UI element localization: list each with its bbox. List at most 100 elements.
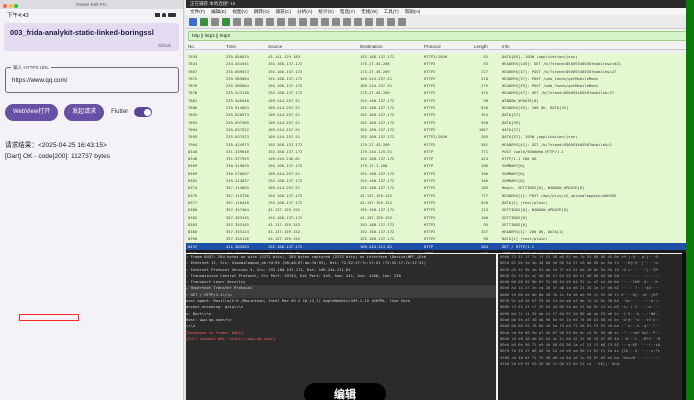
menu-item[interactable]: 视图(V) bbox=[232, 8, 247, 15]
packet-cell: HEADERS[47]: GET /b/?stand=850093405587m… bbox=[502, 90, 615, 96]
last-packet-icon[interactable] bbox=[332, 17, 340, 26]
packet-row[interactable]: 7843 234.454341 192.168.137.172 175.27.45.2… bbox=[186, 60, 694, 67]
menu-item[interactable]: 跳转(G) bbox=[254, 8, 270, 15]
send-request-button[interactable]: 发起请求 bbox=[64, 103, 105, 121]
go-forward-icon[interactable] bbox=[299, 17, 307, 26]
resize-columns-icon[interactable] bbox=[398, 17, 406, 26]
packet-list[interactable]: 7839 235.850819 43.141.129.183 192.168.137.… bbox=[186, 53, 694, 253]
column-header[interactable]: Protocol bbox=[424, 44, 441, 49]
detail-row[interactable]: [Full request URI: https://www.qq.com/] bbox=[186, 336, 496, 342]
packet-row[interactable]: 7894 235.037522 109.244.257.51 192.168.137.… bbox=[186, 126, 694, 133]
packet-row[interactable]: 8380 357.347484 43.137.159.152 192.168.137.… bbox=[186, 206, 694, 213]
menu-item[interactable]: 编辑(E) bbox=[211, 8, 226, 15]
zoom-reset-icon[interactable] bbox=[387, 17, 395, 26]
menu-item[interactable]: 分析(A) bbox=[297, 8, 312, 15]
column-header[interactable]: Destination bbox=[360, 44, 383, 49]
packet-row[interactable]: 7904 235.424973 192.168.137.172 175.27.45.2… bbox=[186, 141, 694, 148]
packet-cell: HTTP2 bbox=[424, 126, 436, 132]
column-header[interactable]: No. bbox=[188, 44, 195, 49]
display-filter-input[interactable]: http || http2 || http3 bbox=[188, 31, 692, 41]
packet-cell: DATA[37] bbox=[502, 112, 521, 118]
packet-cell: 235.546540 bbox=[226, 97, 249, 103]
packet-row[interactable]: 8369 330.576097 109.244.257.51 192.168.137.… bbox=[186, 170, 694, 177]
packet-row[interactable]: 8462 411.425612 109.244.211.81 192.168.137.… bbox=[186, 250, 694, 253]
packet-cell: 192.168.137.172 bbox=[360, 134, 395, 140]
packet-row[interactable]: 8386 357.355124 43.137.159.152 192.168.137.… bbox=[186, 228, 694, 235]
packet-row[interactable]: 7878 235.523130 192.168.137.172 175.27.45.2… bbox=[186, 89, 694, 96]
packet-row[interactable]: 8437 411.363263 192.168.137.172 109.244.211… bbox=[186, 242, 694, 251]
packet-row[interactable]: 8369 330.519029 192.168.137.172 179.17.1.18… bbox=[186, 162, 694, 169]
zoom-in-icon[interactable] bbox=[365, 17, 373, 26]
menu-item[interactable]: 统计(S) bbox=[318, 8, 333, 15]
menu-item[interactable]: 文件(F) bbox=[190, 8, 205, 15]
packet-row[interactable]: 7867 235.669013 192.168.137.172 175.27.45.2… bbox=[186, 68, 694, 75]
column-header[interactable]: Time bbox=[226, 44, 236, 49]
save-file-icon[interactable] bbox=[244, 17, 252, 26]
webview-open-button[interactable]: WebView打开 bbox=[5, 103, 59, 121]
column-header[interactable]: Info bbox=[502, 44, 510, 49]
edit-button[interactable]: 编辑 bbox=[304, 383, 386, 400]
packet-row[interactable]: 8377 357.116440 192.168.137.172 43.137.159.… bbox=[186, 199, 694, 206]
packet-row[interactable]: 8382 357.353145 192.168.137.172 43.137.159.… bbox=[186, 214, 694, 221]
packet-cell: DATA[37], JSON (application/json) bbox=[502, 134, 578, 140]
packet-cell: 175.27.45.208 bbox=[360, 61, 390, 67]
url-input-value[interactable]: https://www.qq.com/ bbox=[12, 77, 67, 84]
packet-cell: 218 bbox=[481, 75, 488, 81]
autoscroll-icon[interactable] bbox=[343, 17, 351, 26]
go-to-packet-icon[interactable] bbox=[310, 17, 318, 26]
shark-fin-icon[interactable] bbox=[189, 17, 197, 26]
packet-cell: 8380 bbox=[188, 207, 198, 213]
close-file-icon[interactable] bbox=[255, 17, 263, 26]
packet-row[interactable]: 7876 235.985004 192.168.137.172 109.244.257… bbox=[186, 82, 694, 89]
start-capture-icon[interactable] bbox=[200, 17, 208, 26]
packet-row[interactable]: 8390 357.355126 43.137.159.152 192.168.137.… bbox=[186, 235, 694, 242]
menu-item[interactable]: 工具(T) bbox=[384, 8, 399, 15]
packet-row[interactable]: 8362 335.213637 192.168.137.172 192.168.137… bbox=[186, 177, 694, 184]
column-header[interactable]: Source bbox=[268, 44, 282, 49]
packet-row[interactable]: 7875 235.985004 192.168.137.172 109.244.257… bbox=[186, 75, 694, 82]
packet-row[interactable]: 8348 331.577959 109.244.230.81 192.168.137.… bbox=[186, 155, 694, 162]
packet-cell: 192.168.137.172 bbox=[360, 229, 395, 235]
stop-capture-icon[interactable] bbox=[211, 17, 219, 26]
packet-cell: 235.424973 bbox=[226, 141, 249, 147]
flutter-toggle[interactable] bbox=[134, 107, 153, 117]
menu-item[interactable]: 电话(Y) bbox=[340, 8, 355, 15]
menu-item[interactable]: 帮助(H) bbox=[405, 8, 421, 15]
zoom-out-icon[interactable] bbox=[376, 17, 384, 26]
packet-bytes[interactable]: 0000 72 52 17 7c 1f 51 98 a6 67 ab 7d 93… bbox=[498, 254, 694, 400]
github-link[interactable]: Github bbox=[158, 43, 171, 48]
emulator-titlebar: Redmi K80 Pro bbox=[0, 0, 183, 9]
open-file-icon[interactable] bbox=[233, 17, 241, 26]
wifi-icon bbox=[162, 13, 166, 17]
menu-item[interactable]: 无线(W) bbox=[361, 8, 378, 15]
packet-row[interactable]: 7895 235.037523 109.244.257.51 192.168.137.… bbox=[186, 133, 694, 140]
window-controls[interactable] bbox=[3, 2, 20, 11]
packet-cell: 90 bbox=[483, 236, 488, 242]
packet-row[interactable]: 7892 235.026573 109.244.257.51 192.168.137.… bbox=[186, 111, 694, 118]
packet-cell: DATA[37] bbox=[502, 126, 521, 132]
packet-cell: 357.353145 bbox=[226, 221, 249, 227]
packet-row[interactable]: 7886 235.914063 109.244.257.51 192.168.137.… bbox=[186, 104, 694, 111]
menu-item[interactable]: 捕获(C) bbox=[276, 8, 292, 15]
restart-capture-icon[interactable] bbox=[222, 17, 230, 26]
column-header[interactable]: Length bbox=[474, 44, 488, 49]
packet-cell: 192.168.137.172 bbox=[268, 199, 303, 205]
packet-cell: 777 bbox=[481, 192, 488, 198]
colorize-icon[interactable] bbox=[354, 17, 362, 26]
packet-row[interactable]: 7893 235.037569 109.244.257.51 192.168.137.… bbox=[186, 119, 694, 126]
first-packet-icon[interactable] bbox=[321, 17, 329, 26]
packet-row[interactable]: 8383 357.353145 43.137.159.152 192.168.137.… bbox=[186, 221, 694, 228]
go-back-icon[interactable] bbox=[288, 17, 296, 26]
packet-row[interactable]: 8375 357.115756 192.168.137.172 43.137.159.… bbox=[186, 192, 694, 199]
packet-details[interactable]: › Frame 8437: 284 bytes on wire (2272 bi… bbox=[186, 254, 496, 400]
url-input[interactable]: 输入 HTTPS URL https://www.qq.com/ bbox=[5, 65, 179, 93]
find-icon[interactable] bbox=[277, 17, 285, 26]
packet-row[interactable]: 7839 235.850819 43.141.129.183 192.168.137.… bbox=[186, 53, 694, 60]
packet-row[interactable]: 8374 357.114605 109.244.257.51 192.168.137.… bbox=[186, 184, 694, 191]
packet-cell: 192.168.137.172 bbox=[360, 170, 395, 176]
status-time: 下午4:43 bbox=[7, 13, 29, 19]
packet-row[interactable]: 7881 235.546540 109.244.257.51 192.168.137.… bbox=[186, 97, 694, 104]
reload-icon[interactable] bbox=[266, 17, 274, 26]
packet-row[interactable]: 8346 331.339640 192.168.137.172 179.244.125… bbox=[186, 148, 694, 155]
packet-cell: 109.244.257.51 bbox=[268, 134, 301, 140]
